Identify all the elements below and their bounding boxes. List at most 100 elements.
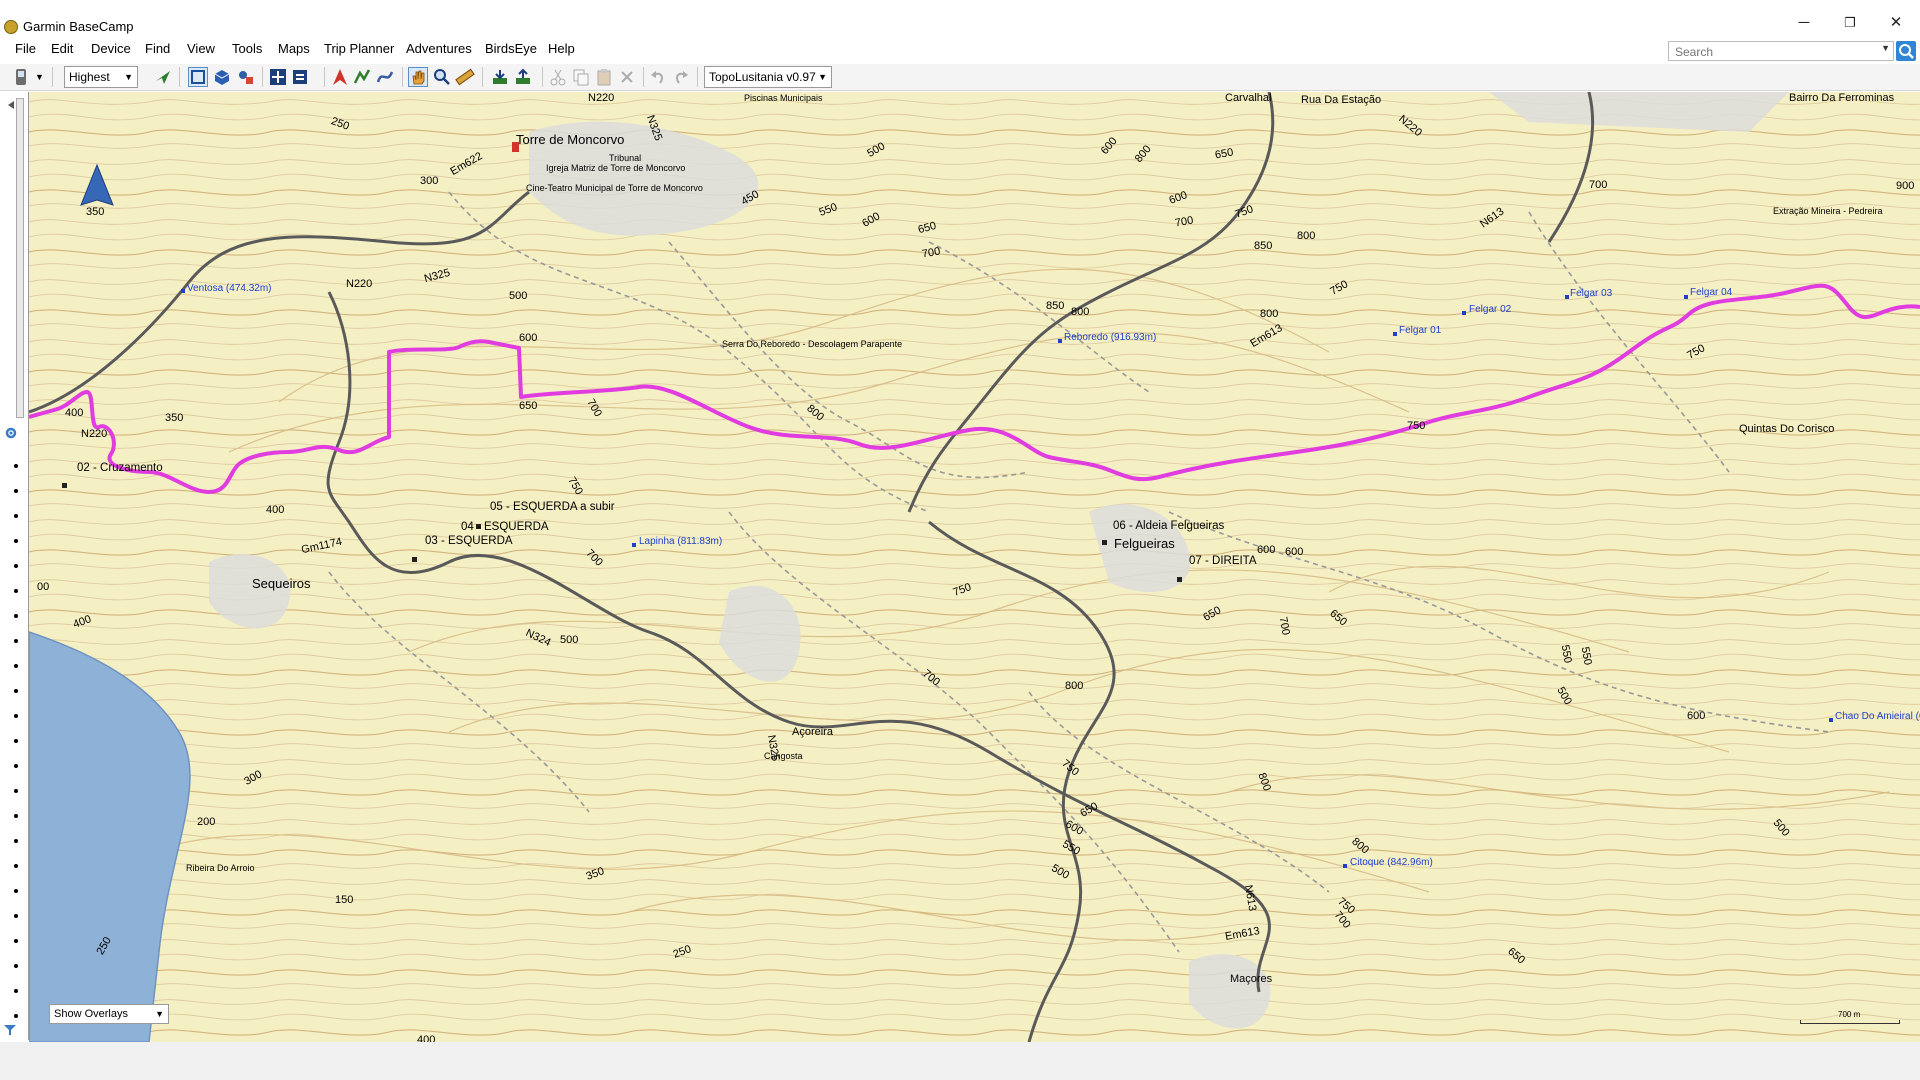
menu-edit[interactable]: Edit <box>49 41 75 56</box>
place-acoreira[interactable]: Açoreira <box>792 726 833 738</box>
close-button[interactable]: ✕ <box>1876 12 1916 34</box>
menu-help[interactable]: Help <box>546 41 577 56</box>
send-icon[interactable] <box>153 67 173 87</box>
contour-label: 850 <box>1254 240 1273 252</box>
delete-icon[interactable] <box>617 67 637 87</box>
place-felgueiras[interactable]: Felgueiras <box>1114 537 1175 550</box>
waypoint-04-esquerda[interactable]: 04 - ESQUERDA <box>461 521 549 533</box>
menu-file[interactable]: File <box>13 41 38 56</box>
contour-label: 300 <box>420 175 439 187</box>
list-dot <box>14 989 18 993</box>
peak-felgar-01[interactable]: Felgar 01 <box>1399 325 1441 337</box>
menu-view[interactable]: View <box>185 41 217 56</box>
filter-icon[interactable] <box>3 1024 17 1039</box>
measure-tool-icon[interactable] <box>455 67 475 87</box>
detail-level-select[interactable]: Highest ▼ <box>64 66 138 88</box>
menu-tools[interactable]: Tools <box>230 41 264 56</box>
waypoint-marker[interactable] <box>62 483 67 488</box>
menu-trip-planner[interactable]: Trip Planner <box>322 41 396 56</box>
peak-felgar-03[interactable]: Felgar 03 <box>1570 288 1612 300</box>
list-dot <box>14 964 18 968</box>
new-route-icon[interactable] <box>352 67 372 87</box>
waypoint-marker[interactable] <box>1177 577 1182 582</box>
list-dot <box>14 939 18 943</box>
peak-marker[interactable] <box>1462 311 1466 315</box>
waypoint-marker[interactable] <box>1102 540 1107 545</box>
peak-marker[interactable] <box>1393 332 1397 336</box>
place-extracao-mineira[interactable]: Extração Mineira - Pedreira <box>1773 205 1883 217</box>
menu-adventures[interactable]: Adventures <box>404 41 474 56</box>
waypoint-07-direita[interactable]: 07 - DIREITA <box>1189 555 1257 567</box>
peak-reboredo[interactable]: Reboredo (916.93m) <box>1064 332 1156 344</box>
show-overlays-select[interactable]: Show Overlays ▼ <box>49 1004 169 1024</box>
search-input[interactable] <box>1673 43 1867 61</box>
new-waypoint-icon[interactable] <box>330 67 350 87</box>
peak-chao-do-amieiral[interactable]: Chao Do Amieiral (63 <box>1835 711 1920 723</box>
device-icon[interactable] <box>12 67 32 87</box>
place-sequeiros[interactable]: Sequeiros <box>252 577 311 590</box>
place-cine-teatro[interactable]: Cine-Teatro Municipal de Torre de Moncor… <box>526 182 703 194</box>
peak-ventosa[interactable]: Ventosa (474.32m) <box>187 283 272 295</box>
peak-marker[interactable] <box>1684 295 1688 299</box>
place-ribeira-do-arroio[interactable]: Ribeira Do Arroio <box>186 862 255 874</box>
window-title: Garmin BaseCamp <box>23 19 134 34</box>
redo-icon[interactable] <box>671 67 691 87</box>
hand-tool-icon[interactable] <box>408 67 428 87</box>
place-tribunal[interactable]: Tribunal <box>609 152 641 164</box>
copy-icon[interactable] <box>571 67 591 87</box>
place-rua-da-estacao[interactable]: Rua Da Estação <box>1301 94 1381 106</box>
paste-icon[interactable] <box>594 67 614 87</box>
panel-scrollbar[interactable] <box>16 98 24 418</box>
map-view[interactable]: Torre de Moncorvo Carvalhal Rua Da Estaç… <box>29 92 1920 1042</box>
map-product-select[interactable]: TopoLusitania v0.97 ▼ <box>704 66 832 88</box>
peak-marker[interactable] <box>1829 718 1833 722</box>
3d-view-icon[interactable] <box>212 67 232 87</box>
peak-felgar-02[interactable]: Felgar 02 <box>1469 304 1511 316</box>
place-carvalhal[interactable]: Carvalhal <box>1225 92 1271 104</box>
collapse-arrow-icon[interactable] <box>6 98 16 109</box>
waypoint-06-aldeia-felgueiras[interactable]: 06 - Aldeia Felgueiras <box>1113 520 1224 532</box>
place-bairro-da-ferrominas[interactable]: Bairro Da Ferrominas <box>1789 92 1894 104</box>
peak-citoque[interactable]: Citoque (842.96m) <box>1350 857 1433 869</box>
waypoint-05-esquerda-a-subir[interactable]: 05 - ESQUERDA a subir <box>490 501 615 513</box>
place-macores[interactable]: Maçores <box>1230 973 1272 985</box>
minimize-button[interactable]: ─ <box>1784 12 1824 34</box>
undo-icon[interactable] <box>648 67 668 87</box>
restore-button[interactable]: ❐ <box>1830 12 1870 34</box>
place-serra-do-reboredo[interactable]: Serra Do Reboredo - Descolagem Parapente <box>722 338 902 350</box>
send-device-icon[interactable] <box>513 67 533 87</box>
search-button[interactable] <box>1896 41 1916 61</box>
receive-icon[interactable] <box>490 67 510 87</box>
split-view-icon[interactable] <box>236 67 256 87</box>
contour-label: 600 <box>519 332 538 344</box>
peak-marker[interactable] <box>632 543 636 547</box>
peak-marker[interactable] <box>1565 295 1569 299</box>
place-quintas-do-corisco[interactable]: Quintas Do Corisco <box>1739 423 1834 435</box>
peak-lapinha[interactable]: Lapinha (811.83m) <box>639 536 722 548</box>
magnifier-icon <box>1899 44 1914 59</box>
peak-marker[interactable] <box>181 289 185 293</box>
device-dropdown-icon[interactable]: ▼ <box>35 67 47 87</box>
search-box: ▼ <box>1668 41 1894 61</box>
settings-gear-icon[interactable] <box>4 426 18 443</box>
waypoint-marker[interactable] <box>412 557 417 562</box>
zoom-tool-icon[interactable] <box>432 67 452 87</box>
menu-device[interactable]: Device <box>89 41 133 56</box>
waypoint-02-cruzamento[interactable]: 02 - Cruzamento <box>77 462 163 474</box>
peak-marker[interactable] <box>1343 864 1347 868</box>
peak-marker[interactable] <box>1058 339 1062 343</box>
road-label: N220 <box>346 278 373 290</box>
search-dropdown-icon[interactable]: ▼ <box>1881 43 1890 53</box>
place-piscinas-municipais[interactable]: Piscinas Municipais <box>744 92 823 104</box>
place-torre-de-moncorvo[interactable]: Torre de Moncorvo <box>516 133 624 146</box>
menu-maps[interactable]: Maps <box>276 41 312 56</box>
transfer-icon[interactable] <box>290 67 310 87</box>
peak-felgar-04[interactable]: Felgar 04 <box>1690 287 1732 299</box>
menu-birdseye[interactable]: BirdsEye <box>483 41 539 56</box>
menu-find[interactable]: Find <box>143 41 172 56</box>
cut-icon[interactable] <box>548 67 568 87</box>
new-track-icon[interactable] <box>375 67 395 87</box>
select-icon[interactable] <box>188 67 208 87</box>
waypoint-03-esquerda[interactable]: 03 - ESQUERDA <box>425 535 513 547</box>
zoom-extent-icon[interactable] <box>268 67 288 87</box>
